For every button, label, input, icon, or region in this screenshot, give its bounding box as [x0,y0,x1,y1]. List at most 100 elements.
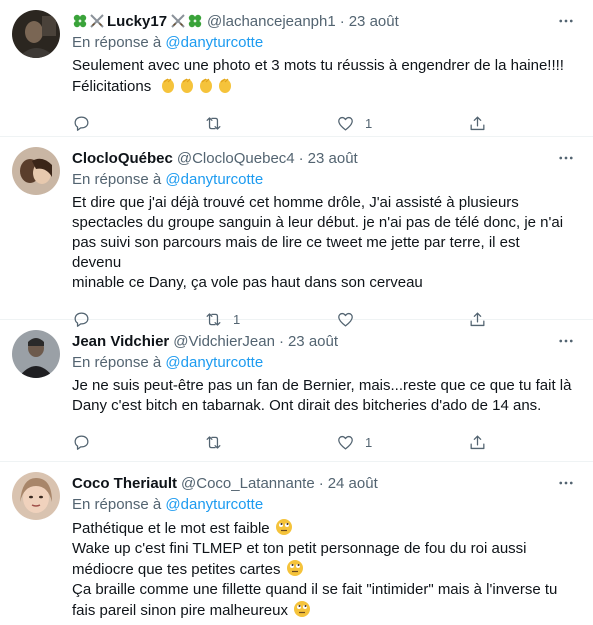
reply-button[interactable] [72,433,204,452]
reply-context: En réponse à @danyturcotte [72,32,573,54]
reply-prefix: En réponse à [72,171,162,188]
reply-button[interactable] [72,114,204,133]
tweet-text-line: médiocre que tes petites cartes [72,559,573,580]
display-name-text: Lucky17 [107,12,168,30]
reply-to-link[interactable]: @danyturcotte [165,34,263,51]
tweet-text-line: fais pareil sinon pire malheureux [72,600,573,621]
reply-context: En réponse à @danyturcotte [72,494,573,516]
tweet-timestamp[interactable]: 23 août [349,13,399,30]
tweet-timestamp[interactable]: 24 août [328,475,378,492]
tweet-text-line: spectacles du groupe sanguin à leur débu… [72,214,564,231]
reply-prefix: En réponse à [72,34,162,51]
display-name[interactable]: Lucky17 [72,13,203,30]
more-options-button[interactable] [555,330,577,352]
reply-prefix: En réponse à [72,496,162,513]
rolling-eyes-emoji [293,600,311,618]
tweet[interactable]: Lucky17 @lachancejeanph1 · 23 août En ré… [0,0,593,137]
separator-dot: · [339,12,345,30]
like-count: 1 [365,434,373,450]
tweet-text-line: Et dire que j'ai déjà trouvé cet homme d… [72,194,519,211]
separator-dot: · [298,149,304,167]
tweet-text-line: Wake up c'est fini TLMEP et ton petit pe… [72,540,527,557]
user-handle[interactable]: @Coco_Latannante [181,475,315,492]
clover-icon [72,13,88,29]
like-button[interactable]: 1 [336,114,468,133]
tweet[interactable]: Coco Theriault @Coco_Latannante · 24 aoû… [0,462,593,625]
tweet-text-line: Je ne suis peut-être pas un fan de Berni… [72,377,572,394]
clapping-hands-emoji [197,76,215,94]
share-icon [470,116,485,130]
heart-icon [338,116,353,130]
tweet-header: Jean Vidchier @VidchierJean · 23 août [72,330,573,352]
share-button[interactable] [468,433,487,452]
more-options-button[interactable] [555,10,577,32]
more-options-button[interactable] [555,472,577,494]
tweet[interactable]: Jean Vidchier @VidchierJean · 23 août En… [0,320,593,462]
reply-prefix: En réponse à [72,354,162,371]
tweet-text-fragment: Pathétique et le mot est faible [72,520,270,537]
tweet-text-line: minable ce Dany, ça vole pas haut dans s… [72,274,423,291]
clapping-hands-emoji [159,76,177,94]
crossed-swords-icon [89,13,105,29]
reply-to-link[interactable]: @danyturcotte [165,496,263,513]
share-button[interactable] [468,114,487,133]
tweet-header: Lucky17 @lachancejeanph1 · 23 août [72,10,573,32]
retweet-icon [206,435,221,449]
rolling-eyes-emoji [275,518,293,536]
avatar[interactable] [12,10,60,58]
share-icon [470,435,485,449]
tweet-text: Je ne suis peut-être pas un fan de Berni… [72,376,573,416]
reply-icon [74,435,89,450]
tweet-text-line: Seulement avec une photo et 3 mots tu ré… [72,57,564,74]
more-icon [559,19,573,23]
tweet-text-line: pas suivi son parcours mais de lire ce t… [72,234,520,271]
reply-context: En réponse à @danyturcotte [72,169,573,191]
tweet-timestamp[interactable]: 23 août [288,333,338,350]
avatar[interactable] [12,330,60,378]
tweet-text: Pathétique et le mot est faible Wake up … [72,518,573,621]
reply-to-link[interactable]: @danyturcotte [165,171,263,188]
display-name[interactable]: Coco Theriault [72,475,177,492]
tweet-text-line: Félicitations [72,76,573,97]
tweet-text-fragment: fais pareil sinon pire malheureux [72,602,288,619]
tweet-feed: Lucky17 @lachancejeanph1 · 23 août En ré… [0,0,593,625]
clover-icon [187,13,203,29]
clapping-hands-emoji [216,76,234,94]
avatar[interactable] [12,147,60,195]
more-icon [559,156,573,160]
tweet-text-fragment: Félicitations [72,78,152,95]
separator-dot: · [318,474,324,492]
avatar[interactable] [12,472,60,520]
more-icon [559,481,573,485]
like-button[interactable]: 1 [336,433,468,452]
tweet-text-line: Ça braille comme une fillette quand il s… [72,581,558,598]
reply-icon [74,116,89,131]
reply-to-link[interactable]: @danyturcotte [165,354,263,371]
tweet-header: ClocloQuébec @ClocloQuebec4 · 23 août [72,147,573,169]
tweet[interactable]: ClocloQuébec @ClocloQuebec4 · 23 août En… [0,137,593,327]
display-name[interactable]: Jean Vidchier [72,333,169,350]
tweet-actions: 1 [72,422,573,462]
tweet-text: Seulement avec une photo et 3 mots tu ré… [72,56,573,97]
like-count: 1 [365,115,373,131]
tweet-header: Coco Theriault @Coco_Latannante · 24 aoû… [72,472,573,494]
display-name[interactable]: ClocloQuébec [72,150,173,167]
retweet-button[interactable] [204,433,336,452]
user-handle[interactable]: @ClocloQuebec4 [177,150,295,167]
tweet-text: Et dire que j'ai déjà trouvé cet homme d… [72,193,573,293]
user-handle[interactable]: @VidchierJean [173,333,275,350]
heart-icon [338,435,353,449]
user-handle[interactable]: @lachancejeanph1 [207,13,336,30]
retweet-icon [206,116,221,130]
tweet-text-fragment: médiocre que tes petites cartes [72,561,281,578]
tweet-text-line: Dany c'est bitch en tabarnak. Ont dirait… [72,397,542,414]
retweet-button[interactable] [204,114,336,133]
reply-context: En réponse à @danyturcotte [72,352,573,374]
clapping-hands-emoji [178,76,196,94]
rolling-eyes-emoji [286,559,304,577]
more-options-button[interactable] [555,147,577,169]
separator-dot: · [278,332,284,350]
tweet-timestamp[interactable]: 23 août [308,150,358,167]
more-icon [559,339,573,343]
crossed-swords-icon [170,13,186,29]
